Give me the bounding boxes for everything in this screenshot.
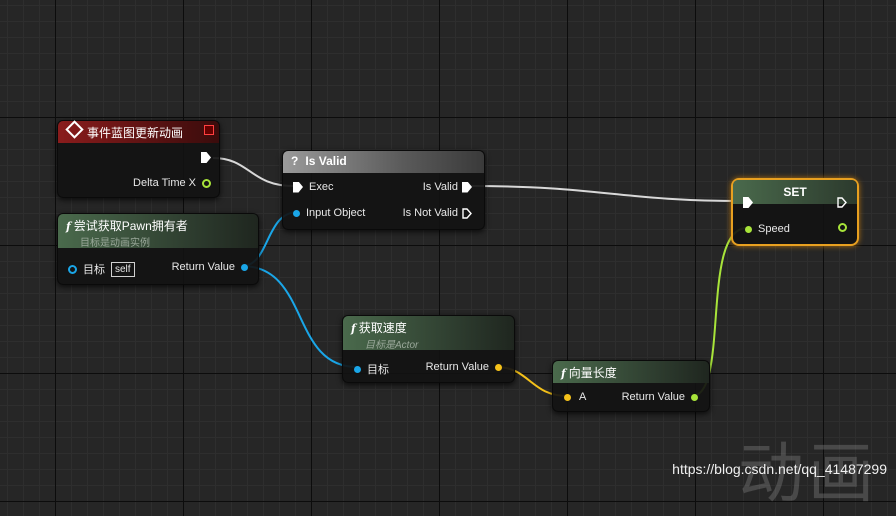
pawn-return-label: Return Value bbox=[171, 261, 235, 273]
vector-a-pin[interactable]: A bbox=[564, 391, 586, 403]
pawn-target-pin[interactable]: 目标 self bbox=[68, 261, 135, 277]
get-velocity-subtitle: 目标是Actor bbox=[365, 340, 419, 351]
velocity-return-pin[interactable]: Return Value bbox=[426, 361, 502, 373]
vector-pin-icon bbox=[495, 363, 502, 371]
is-valid-title: Is Valid bbox=[305, 154, 347, 168]
event-exec-out-pin[interactable] bbox=[201, 152, 211, 163]
exec-arrow-outline-icon bbox=[462, 207, 472, 219]
set-speed-node[interactable]: SET Speed bbox=[731, 178, 859, 246]
is-not-valid-label: Is Not Valid bbox=[402, 207, 458, 219]
object-pin-icon bbox=[68, 264, 77, 274]
float-pin-icon bbox=[202, 178, 211, 188]
exec-arrow-icon bbox=[462, 181, 472, 193]
float-pin-icon bbox=[691, 393, 698, 401]
velocity-return-label: Return Value bbox=[425, 361, 489, 373]
object-wire-pawn-to-getvelocity bbox=[241, 265, 358, 368]
event-diamond-icon bbox=[65, 120, 84, 139]
delta-time-pin[interactable]: Delta Time X bbox=[133, 177, 211, 189]
is-valid-label: Is Valid bbox=[422, 181, 458, 193]
set-exec-in-pin[interactable] bbox=[743, 197, 753, 208]
object-pin-icon bbox=[354, 365, 361, 373]
exec-arrow-outline-icon bbox=[837, 197, 847, 208]
blog-watermark: https://blog.csdn.net/qq_41487299 bbox=[672, 461, 887, 477]
try-get-pawn-owner-header[interactable]: f 尝试获取Pawn拥有者 目标是动画实例 bbox=[58, 214, 258, 249]
vector-length-node[interactable]: f 向量长度 A Return Value bbox=[552, 360, 710, 412]
is-valid-out-pin[interactable]: Is Valid bbox=[423, 181, 472, 193]
float-pin-icon bbox=[838, 223, 847, 232]
function-icon: f bbox=[66, 220, 71, 233]
get-velocity-header[interactable]: f 获取速度 目标是Actor bbox=[343, 316, 514, 351]
input-object-label: Input Object bbox=[306, 207, 366, 219]
vector-length-return-pin[interactable]: Return Value bbox=[622, 391, 698, 403]
try-get-pawn-owner-title: 尝试获取Pawn拥有者 bbox=[73, 219, 188, 233]
vector-a-label: A bbox=[579, 391, 587, 403]
get-velocity-node[interactable]: f 获取速度 目标是Actor 目标 Return Value bbox=[342, 315, 515, 383]
stop-square-icon bbox=[204, 125, 214, 135]
question-icon: ? bbox=[291, 154, 299, 168]
pawn-target-label: 目标 bbox=[83, 264, 105, 276]
event-blueprint-update-node[interactable]: 事件蓝图更新动画 Delta Time X bbox=[57, 120, 220, 198]
get-velocity-title: 获取速度 bbox=[358, 321, 407, 335]
set-speed-in-pin[interactable]: Speed bbox=[745, 223, 790, 235]
try-get-pawn-owner-subtitle: 目标是动画实例 bbox=[80, 238, 150, 249]
event-node-title: 事件蓝图更新动画 bbox=[87, 126, 184, 140]
function-icon: f bbox=[351, 322, 356, 335]
is-valid-node[interactable]: ? Is Valid Exec Input Object Is Valid Is… bbox=[282, 150, 485, 230]
speed-label: Speed bbox=[758, 223, 790, 235]
exec-wire-isvalid-to-set bbox=[469, 185, 745, 202]
set-speed-out-pin[interactable] bbox=[838, 223, 847, 232]
exec-arrow-icon bbox=[201, 152, 211, 163]
set-exec-out-pin[interactable] bbox=[837, 197, 847, 208]
event-node-header[interactable]: 事件蓝图更新动画 bbox=[58, 120, 219, 143]
object-pin-icon bbox=[241, 263, 248, 271]
vector-length-header[interactable]: f 向量长度 bbox=[553, 361, 709, 383]
float-pin-icon bbox=[745, 225, 752, 233]
is-valid-exec-in-pin[interactable]: Exec bbox=[293, 181, 333, 193]
pawn-return-pin[interactable]: Return Value bbox=[172, 261, 248, 273]
input-object-pin[interactable]: Input Object bbox=[293, 207, 365, 219]
is-valid-header[interactable]: ? Is Valid bbox=[283, 151, 484, 173]
velocity-target-label: 目标 bbox=[367, 364, 389, 376]
function-icon: f bbox=[561, 367, 566, 380]
is-not-valid-out-pin[interactable]: Is Not Valid bbox=[403, 207, 472, 219]
vector-length-return-label: Return Value bbox=[621, 391, 685, 403]
self-default-value[interactable]: self bbox=[111, 261, 135, 277]
try-get-pawn-owner-node[interactable]: f 尝试获取Pawn拥有者 目标是动画实例 目标 self Return Valu… bbox=[57, 213, 259, 285]
vector-pin-icon bbox=[564, 393, 571, 401]
vector-length-title: 向量长度 bbox=[568, 366, 617, 380]
exec-arrow-icon bbox=[293, 181, 303, 193]
delta-time-label: Delta Time X bbox=[133, 177, 196, 189]
velocity-target-pin[interactable]: 目标 bbox=[354, 361, 389, 377]
exec-label: Exec bbox=[309, 181, 334, 193]
exec-arrow-icon bbox=[743, 197, 753, 208]
object-pin-icon bbox=[293, 209, 300, 217]
